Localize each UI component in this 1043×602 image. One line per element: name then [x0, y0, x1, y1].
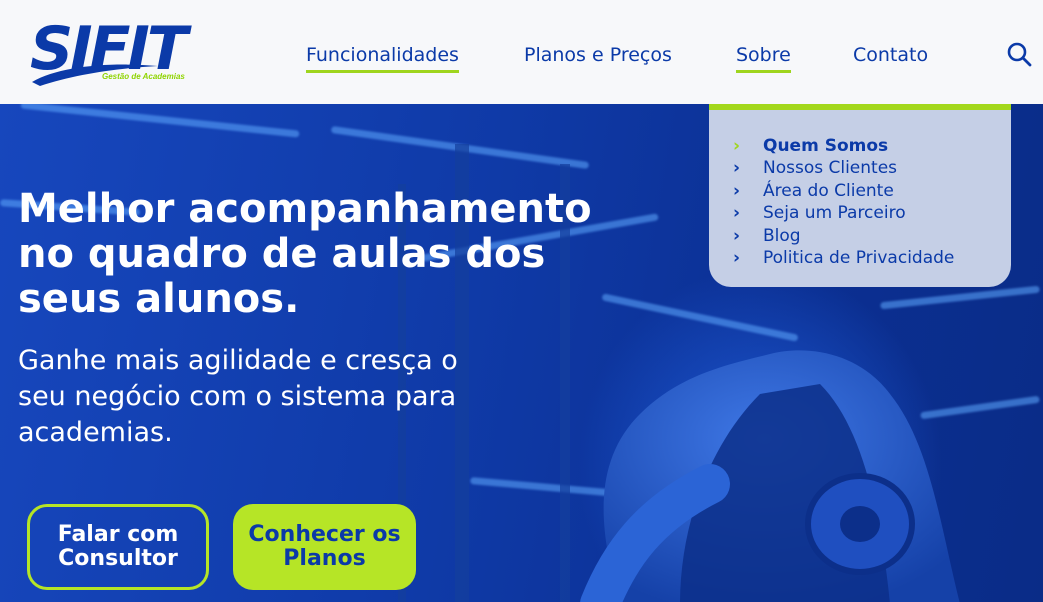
nav-sobre[interactable]: Sobre: [736, 44, 791, 73]
nav-planos-precos[interactable]: Planos e Preços: [524, 44, 672, 66]
chevron-right-icon: ›: [733, 181, 741, 201]
sobre-dropdown-menu: › Quem Somos › Nossos Clientes › Área do…: [709, 104, 1011, 287]
nav-contato[interactable]: Contato: [853, 44, 928, 66]
athlete-image: [580, 350, 960, 602]
dropdown-item-nossos-clientes[interactable]: › Nossos Clientes: [733, 158, 897, 178]
dropdown-item-label: Politica de Privacidade: [763, 248, 955, 268]
view-plans-button[interactable]: Conhecer os Planos: [233, 504, 416, 590]
hero-headline: Melhor acompanhamento no quadro de aulas…: [18, 186, 592, 322]
logo-tagline: Gestão de Academias: [102, 72, 185, 81]
dropdown-item-privacidade[interactable]: › Politica de Privacidade: [733, 248, 954, 268]
search-icon[interactable]: [1006, 41, 1032, 67]
dropdown-item-label: Área do Cliente: [763, 181, 894, 201]
dropdown-item-label: Quem Somos: [763, 136, 889, 156]
dropdown-item-seja-parceiro[interactable]: › Seja um Parceiro: [733, 203, 906, 223]
chevron-right-icon: ›: [733, 203, 741, 223]
nav-funcionalidades[interactable]: Funcionalidades: [306, 44, 459, 73]
dropdown-item-label: Nossos Clientes: [763, 158, 898, 178]
hero-subtext: Ganhe mais agilidade e cresça o seu negó…: [18, 345, 458, 448]
dropdown-item-label: Blog: [763, 226, 801, 246]
dropdown-item-label: Seja um Parceiro: [763, 203, 906, 223]
chevron-right-icon: ›: [733, 248, 741, 268]
chevron-right-icon: ›: [733, 136, 741, 156]
chevron-right-icon: ›: [733, 158, 741, 178]
dropdown-item-blog[interactable]: › Blog: [733, 226, 801, 246]
ceiling-light: [20, 104, 300, 138]
site-header: SIFIT Gestão de Academias Funcionalidade…: [0, 0, 1043, 104]
chevron-right-icon: ›: [733, 226, 741, 246]
sifit-logo[interactable]: SIFIT Gestão de Academias: [30, 16, 220, 86]
dropdown-item-area-cliente[interactable]: › Área do Cliente: [733, 181, 894, 201]
talk-to-consultant-button[interactable]: Falar com Consultor: [27, 504, 209, 590]
dropdown-item-quem-somos[interactable]: › Quem Somos: [733, 136, 888, 156]
